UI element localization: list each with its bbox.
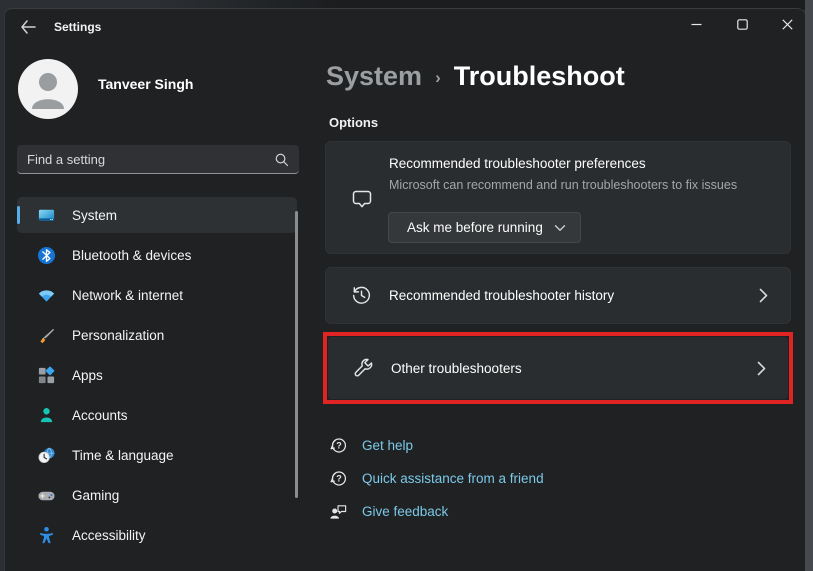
breadcrumb-separator-icon: ›	[435, 68, 441, 87]
sidebar-scrollbar[interactable]	[295, 211, 298, 498]
svg-text:?: ?	[336, 441, 342, 451]
get-help-link[interactable]: ? Get help	[329, 429, 629, 462]
sidebar-item-label: Accessibility	[72, 527, 146, 543]
sidebar-item-label: Personalization	[72, 327, 165, 343]
apps-icon	[38, 366, 55, 383]
sidebar-item-label: Gaming	[72, 487, 120, 503]
minimize-button[interactable]	[679, 9, 713, 39]
close-button[interactable]	[770, 9, 804, 39]
chevron-right-icon	[759, 288, 768, 303]
run-preference-dropdown[interactable]: Ask me before running	[388, 212, 581, 243]
card-title: Recommended troubleshooter preferences	[389, 156, 646, 171]
accounts-icon	[40, 407, 53, 422]
window-title: Settings	[54, 20, 102, 34]
sidebar-item-system[interactable]: System	[17, 197, 297, 233]
card-description: Microsoft can recommend and run troubles…	[389, 178, 738, 192]
sidebar-item-bluetooth-devices[interactable]: Bluetooth & devices	[17, 237, 297, 273]
network-icon	[38, 289, 55, 302]
maximize-icon	[736, 18, 748, 30]
sidebar-item-accessibility[interactable]: Accessibility	[17, 517, 297, 553]
sidebar-item-apps[interactable]: Apps	[17, 357, 297, 393]
selected-indicator	[17, 206, 20, 224]
titlebar: Settings	[5, 9, 805, 45]
person-icon	[32, 73, 64, 109]
sidebar-item-personalization[interactable]: Personalization	[17, 317, 297, 353]
background-window-strip-right	[805, 0, 813, 571]
search-input[interactable]: Find a setting	[17, 145, 299, 174]
user-name: Tanveer Singh	[98, 76, 194, 92]
highlight-rectangle: Other troubleshooters	[323, 332, 793, 404]
maximize-button[interactable]	[725, 9, 759, 39]
svg-text:?: ?	[336, 474, 342, 484]
sidebar-item-label: Bluetooth & devices	[72, 247, 192, 263]
sidebar-item-gaming[interactable]: Gaming	[17, 477, 297, 513]
gaming-icon	[38, 491, 55, 500]
sidebar-item-label: Network & internet	[72, 287, 184, 303]
settings-window: Settings Tanveer Singh Find a setting Sy…	[4, 8, 805, 571]
history-icon	[352, 286, 371, 304]
chevron-right-icon	[757, 361, 766, 375]
help-chat-icon: ?	[330, 438, 347, 453]
link-label: Quick assistance from a friend	[362, 471, 544, 486]
quick-assistance-link[interactable]: ? Quick assistance from a friend	[329, 462, 629, 495]
row-label: Recommended troubleshooter history	[389, 288, 615, 303]
wrench-icon	[354, 358, 373, 376]
search-placeholder: Find a setting	[27, 151, 106, 167]
link-label: Get help	[362, 438, 414, 453]
bluetooth-icon	[37, 246, 56, 264]
dropdown-selected-value: Ask me before running	[407, 220, 543, 235]
sidebar-nav: System Bluetooth & devices Network & int…	[17, 197, 297, 557]
back-button[interactable]	[13, 12, 43, 42]
sidebar-item-label: System	[72, 207, 118, 223]
minimize-icon	[691, 23, 701, 25]
help-links: ? Get help ? Quick assistance from a fri…	[329, 429, 629, 528]
row-label: Other troubleshooters	[391, 360, 522, 376]
give-feedback-link[interactable]: Give feedback	[329, 495, 629, 528]
feedback-bubble-icon	[352, 190, 372, 208]
chevron-down-icon	[554, 224, 566, 231]
time-language-icon	[38, 447, 55, 463]
avatar	[18, 59, 78, 119]
section-label: Options	[329, 115, 379, 130]
help-chat-icon: ?	[330, 471, 347, 486]
personalization-icon	[40, 328, 55, 343]
link-label: Give feedback	[362, 504, 449, 519]
accessibility-icon	[39, 526, 54, 543]
page-title: Troubleshoot	[453, 61, 625, 91]
close-icon	[781, 18, 793, 30]
give-feedback-icon	[330, 505, 347, 519]
sidebar-item-label: Accounts	[72, 407, 128, 423]
other-troubleshooters-row[interactable]: Other troubleshooters	[328, 337, 788, 399]
sidebar-item-accounts[interactable]: Accounts	[17, 397, 297, 433]
back-arrow-icon	[21, 20, 36, 34]
sidebar-item-label: Apps	[72, 367, 103, 383]
search-icon	[275, 153, 289, 166]
sidebar-item-network-internet[interactable]: Network & internet	[17, 277, 297, 313]
recommended-preferences-card: Recommended troubleshooter preferences M…	[325, 141, 791, 254]
troubleshooter-history-row[interactable]: Recommended troubleshooter history	[325, 267, 791, 324]
breadcrumb: System › Troubleshoot	[326, 61, 625, 92]
system-icon	[38, 209, 55, 221]
sidebar-item-time-language[interactable]: Time & language	[17, 437, 297, 473]
breadcrumb-parent[interactable]: System	[326, 61, 422, 92]
sidebar-item-label: Time & language	[72, 447, 174, 463]
